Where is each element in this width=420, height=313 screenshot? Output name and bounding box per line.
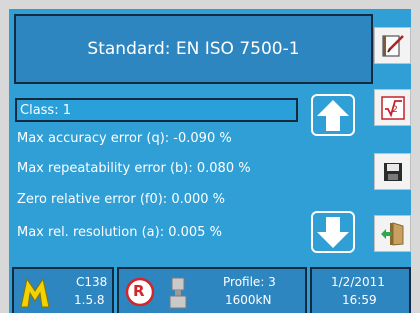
company-logo-icon xyxy=(20,277,50,308)
floppy-disk-icon xyxy=(383,162,402,181)
down-arrow-icon xyxy=(311,211,355,253)
capacity-label: 1600kN xyxy=(225,293,272,307)
save-button[interactable] xyxy=(374,153,411,190)
datetime-status-panel: 1/2/2011 16:59 xyxy=(310,267,411,313)
param-class-label: Class: 1 xyxy=(20,102,71,118)
edit-button[interactable] xyxy=(374,27,411,64)
param-row-repeatability[interactable]: Max repeatability error (b): 0.080 % xyxy=(17,161,251,176)
scroll-up-button[interactable] xyxy=(308,92,358,138)
reset-badge-label: R xyxy=(133,282,145,300)
firmware-version: 1.5.8 xyxy=(74,293,105,307)
load-cell-icon xyxy=(169,277,187,309)
device-id: C138 xyxy=(76,275,108,289)
standard-title: Standard: EN ISO 7500-1 xyxy=(87,39,300,59)
param-row-resolution[interactable]: Max rel. resolution (a): 0.005 % xyxy=(17,225,222,240)
up-arrow-icon xyxy=(311,94,355,136)
exit-button[interactable] xyxy=(374,215,411,252)
svg-text:2: 2 xyxy=(392,105,398,115)
profile-status-panel: R Profile: 3 1600kN xyxy=(117,267,307,313)
standard-header: Standard: EN ISO 7500-1 xyxy=(14,14,373,84)
edit-document-icon xyxy=(381,34,404,57)
instrument-screen: Standard: EN ISO 7500-1 Class: 1 Max acc… xyxy=(9,9,411,313)
device-status-panel: C138 1.5.8 xyxy=(12,267,114,313)
param-row-zero-error[interactable]: Zero relative error (f0): 0.000 % xyxy=(17,192,225,207)
date-label: 1/2/2011 xyxy=(331,275,385,289)
param-row-class[interactable]: Class: 1 xyxy=(15,98,298,122)
time-label: 16:59 xyxy=(342,293,377,307)
profile-label: Profile: 3 xyxy=(223,275,276,289)
param-row-accuracy[interactable]: Max accuracy error (q): -0.090 % xyxy=(17,131,232,146)
formula-button[interactable]: 2 xyxy=(374,89,411,126)
exit-door-icon xyxy=(380,221,403,246)
scroll-down-button[interactable] xyxy=(308,209,358,255)
square-root-icon: 2 xyxy=(380,95,405,120)
